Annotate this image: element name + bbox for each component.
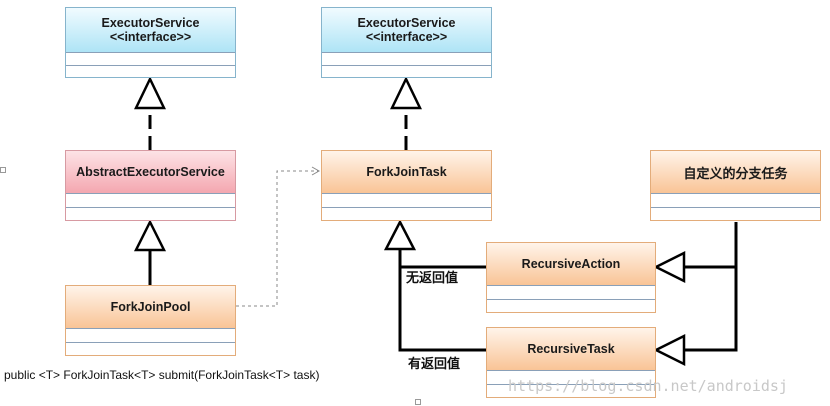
- fork-join-task-box: ForkJoinTask: [321, 150, 492, 221]
- inheritance-line-custom-to-action: [684, 222, 738, 269]
- attributes-section: [651, 194, 820, 208]
- executor-service-right-box: ExecutorService <<interface>>: [321, 7, 492, 78]
- class-name: ForkJoinPool: [110, 300, 191, 314]
- attributes-section: [322, 194, 491, 208]
- hollow-arrowhead-icon: [390, 76, 422, 110]
- hollow-arrowhead-icon: [653, 250, 686, 284]
- methods-section: [66, 208, 235, 221]
- class-name: AbstractExecutorService: [76, 165, 225, 179]
- inheritance-line-action-to-task: [398, 249, 486, 269]
- fork-join-pool-box: ForkJoinPool: [65, 285, 236, 356]
- methods-section: [322, 208, 491, 221]
- inheritance-line-recursivetask-to-task: [398, 249, 486, 352]
- hollow-arrowhead-icon: [134, 76, 166, 110]
- no-return-label: 无返回值: [406, 271, 459, 286]
- hollow-arrowhead-icon: [653, 333, 686, 367]
- executor-service-left-box: ExecutorService <<interface>>: [65, 7, 236, 78]
- class-name: 自定义的分支任务: [683, 166, 788, 182]
- abstract-executor-service-box: AbstractExecutorService: [65, 150, 236, 221]
- has-return-label: 有返回值: [408, 357, 461, 372]
- dependency-line-pool-to-task: [236, 170, 318, 307]
- submit-method-signature: public <T> ForkJoinTask<T> submit(ForkJo…: [4, 368, 320, 382]
- class-name: ExecutorService: [357, 16, 456, 30]
- stereotype: <<interface>>: [109, 30, 192, 44]
- custom-fork-task-box: 自定义的分支任务: [650, 150, 821, 221]
- hollow-arrowhead-icon: [383, 219, 417, 251]
- class-diagram: ExecutorService <<interface>> ExecutorSe…: [0, 0, 830, 406]
- methods-section: [651, 208, 820, 221]
- class-name: ExecutorService: [101, 16, 200, 30]
- attributes-section: [322, 53, 491, 66]
- methods-section: [66, 66, 235, 78]
- attributes-section: [66, 194, 235, 208]
- class-name: ForkJoinTask: [366, 165, 447, 179]
- stereotype: <<interface>>: [365, 30, 448, 44]
- class-name: RecursiveAction: [521, 257, 621, 271]
- watermark: https://blog.csdn.net/androidsj: [508, 377, 788, 395]
- selection-handle: [415, 399, 421, 405]
- methods-section: [487, 300, 655, 313]
- attributes-section: [66, 53, 235, 66]
- methods-section: [322, 66, 491, 78]
- class-name: RecursiveTask: [527, 342, 615, 356]
- inheritance-line-custom-to-recursivetask: [684, 267, 738, 352]
- recursive-action-box: RecursiveAction: [486, 242, 656, 313]
- methods-section: [66, 343, 235, 356]
- hollow-arrowhead-icon: [133, 219, 167, 252]
- attributes-section: [487, 286, 655, 300]
- selection-handle: [0, 167, 6, 173]
- attributes-section: [66, 329, 235, 343]
